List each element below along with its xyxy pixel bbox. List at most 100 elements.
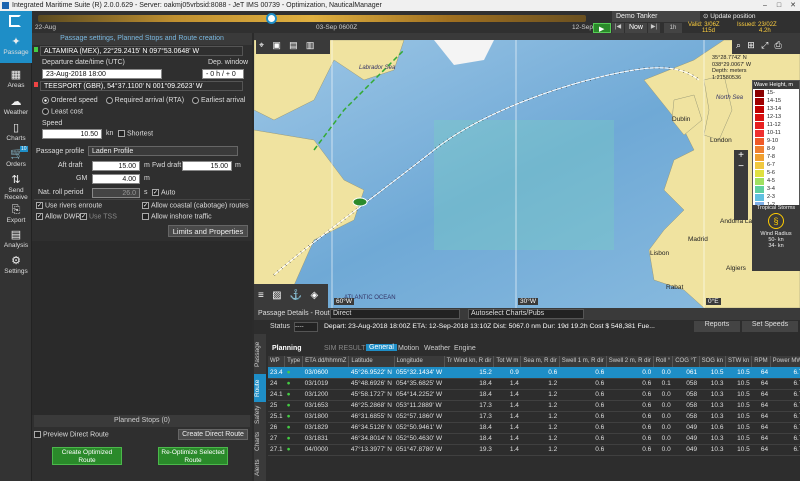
origin-field[interactable]: ALTAMIRA (MEX), 22°29.2415' N 097°53.064…	[40, 46, 243, 56]
shortest-checkbox[interactable]: Shortest	[118, 130, 153, 137]
column-header[interactable]: ETA dd/hhmmZ	[302, 356, 350, 367]
tab-sim-results[interactable]: SIM RESULTS	[324, 345, 370, 352]
nav-settings[interactable]: ⚙ Settings	[0, 252, 32, 282]
auto-checkbox[interactable]: ✓ Auto	[152, 189, 175, 196]
side-tab-route[interactable]: Route	[254, 374, 266, 402]
reports-button[interactable]: Reports	[694, 321, 740, 332]
planned-stops-header[interactable]: Planned Stops (0)	[34, 415, 250, 427]
layers-select-icon[interactable]: ▣	[272, 40, 281, 50]
column-header[interactable]: SOG kn	[699, 356, 726, 367]
roll-input[interactable]: 26.0	[92, 188, 140, 198]
limits-properties-button[interactable]: Limits and Properties	[168, 225, 248, 237]
column-header[interactable]: Roll °	[653, 356, 674, 367]
table-row[interactable]: 25 ● 03/1653 46°25.2868' N 053°11.2889' W 17.…	[268, 400, 800, 412]
zoom-box-icon[interactable]: ⊞	[747, 40, 755, 50]
map-view[interactable]: Labrador Sea Dublin London North Sea Mad…	[254, 40, 800, 308]
side-tab-safety[interactable]: Safety	[254, 402, 266, 428]
minimize-icon[interactable]: –	[758, 0, 772, 11]
step-size-select[interactable]: 1h	[664, 23, 682, 33]
status-select[interactable]: ----	[294, 322, 318, 332]
radio-earliest-arrival[interactable]: Earliest arrival	[191, 97, 245, 104]
column-header[interactable]: Tr Wind kn, R dir	[444, 356, 495, 367]
profile-select[interactable]: Laden Profile	[88, 146, 238, 156]
speed-input[interactable]: 10.50	[42, 129, 102, 139]
fwd-draft-input[interactable]: 15.00	[182, 161, 232, 171]
table-row[interactable]: 24.1 ● 03/1200 45°58.1727' N 054°14.2252' W1…	[268, 389, 800, 401]
side-tab-alerts[interactable]: Alerts	[254, 454, 266, 481]
nav-areas[interactable]: ▦ Areas	[0, 66, 32, 96]
dep-window-input[interactable]: - 0 h / + 0 h	[202, 69, 244, 88]
column-header[interactable]: COG °T	[672, 356, 700, 367]
gm-input[interactable]: 4.00	[92, 174, 140, 184]
close-icon[interactable]: ✕	[786, 0, 800, 11]
table-row[interactable]: 27.1 ● 04/0000 47°13.3977' N 051°47.8780' W1…	[268, 444, 800, 456]
now-button[interactable]: Now	[625, 23, 647, 33]
storm-icon[interactable]: §	[768, 213, 784, 229]
column-header[interactable]: STW kn	[725, 356, 753, 367]
vessel-select[interactable]: Demo Tanker	[612, 11, 700, 22]
column-header[interactable]: Power MW	[770, 356, 800, 367]
aft-draft-input[interactable]: 15.00	[92, 161, 140, 171]
nav-send-receive[interactable]: ⇅ Send Receive	[0, 171, 32, 203]
reoptimize-route-button[interactable]: Re-Optimize Selected Route	[158, 447, 228, 465]
measure-icon[interactable]: ⌖	[259, 40, 264, 50]
charts-pubs-select[interactable]: Autoselect Charts/Pubs	[468, 309, 584, 319]
dwr-checkbox[interactable]: ✓ Allow DWR	[36, 213, 80, 220]
radio-least-cost[interactable]: Least cost	[42, 108, 83, 115]
step-forward-button[interactable]: ▶|	[648, 23, 660, 33]
anchor-icon[interactable]: ⚓	[290, 290, 302, 301]
table-row[interactable]: 26 ● 03/1829 46°34.5126' N 052°50.9461' W 18.…	[268, 422, 800, 434]
side-tab-passage[interactable]: Passage	[254, 334, 266, 374]
update-position-button[interactable]: ⊙ Update position	[703, 11, 775, 22]
create-direct-route-button[interactable]: Create Direct Route	[178, 429, 248, 440]
table-row[interactable]: 23.4 ● 03/0600 45°26.9522' N 055°32.1434' W1…	[268, 367, 800, 379]
tab-planning[interactable]: Planning	[272, 345, 302, 352]
side-tab-charts[interactable]: Charts	[254, 428, 266, 454]
image-icon[interactable]: ▨	[272, 290, 281, 301]
nav-passage[interactable]: ✦ Passage	[0, 33, 32, 63]
column-header[interactable]: Tot W m	[493, 356, 522, 367]
play-button[interactable]: ▶	[593, 23, 611, 33]
departure-datetime-input[interactable]: 23-Aug-2018 18:00	[42, 69, 162, 79]
column-header[interactable]: Type	[284, 356, 304, 367]
column-header[interactable]: Longitude	[394, 356, 445, 367]
preview-route-checkbox[interactable]: Preview Direct Route	[34, 431, 109, 438]
tab-engine[interactable]: Engine	[454, 345, 476, 352]
layers-icon[interactable]: ◈	[310, 290, 318, 301]
create-optimized-route-button[interactable]: Create Optimized Route	[52, 447, 122, 465]
home-button[interactable]	[0, 11, 32, 33]
set-speeds-button[interactable]: Set Speeds	[742, 321, 798, 332]
table-row[interactable]: 24 ● 03/1019 45°48.6926' N 054°35.6825' W 18.…	[268, 378, 800, 390]
tss-checkbox[interactable]: ✓ Use TSS	[80, 213, 117, 220]
table-row[interactable]: 27 ● 03/1831 46°34.8014' N 052°50.4630' W 18.…	[268, 433, 800, 445]
rivers-checkbox[interactable]: ✓ Use rivers enroute	[36, 202, 102, 209]
inshore-checkbox[interactable]: Allow inshore traffic	[142, 213, 212, 220]
zoom-in-icon[interactable]: +	[734, 150, 748, 161]
destination-field[interactable]: TEESPORT (GBR), 54°37.1100' N 001°09.262…	[40, 81, 243, 91]
tab-motion[interactable]: Motion	[398, 345, 419, 352]
fullscreen-icon[interactable]: ⤢	[761, 40, 768, 50]
column-header[interactable]: Sea m, R dir	[520, 356, 560, 367]
step-back-button[interactable]: |◀	[612, 23, 624, 33]
column-header[interactable]: RPM	[751, 356, 771, 367]
tab-weather[interactable]: Weather	[424, 345, 450, 352]
maximize-icon[interactable]: □	[772, 0, 786, 11]
radio-ordered-speed[interactable]: Ordered speed	[42, 97, 98, 104]
coastal-checkbox[interactable]: ✓ Allow coastal (cabotage) routes	[142, 202, 249, 209]
column-header[interactable]: Latitude	[348, 356, 395, 367]
print-icon[interactable]: ⎙	[775, 40, 782, 50]
search-icon[interactable]: ⌕	[736, 40, 741, 50]
table-row[interactable]: 25.1 ● 03/1800 46°31.6855' N 052°57.1860' W1…	[268, 411, 800, 423]
tab-general[interactable]: General	[366, 344, 397, 351]
zoom-out-icon[interactable]: −	[734, 161, 748, 172]
column-header[interactable]: WP	[268, 356, 286, 367]
timeline-handle[interactable]	[266, 13, 277, 24]
menu-icon[interactable]: ≡	[258, 290, 264, 301]
route-select[interactable]: Direct	[330, 309, 460, 319]
ruler-icon[interactable]: ▥	[306, 40, 315, 50]
column-header[interactable]: Swell 2 m, R dir	[606, 356, 654, 367]
radio-required-arrival[interactable]: Required arrival (RTA)	[105, 97, 184, 104]
timeline-track[interactable]	[38, 13, 586, 24]
chart-icon[interactable]: ▤	[289, 40, 298, 50]
column-header[interactable]: Swell 1 m, R dir	[559, 356, 607, 367]
